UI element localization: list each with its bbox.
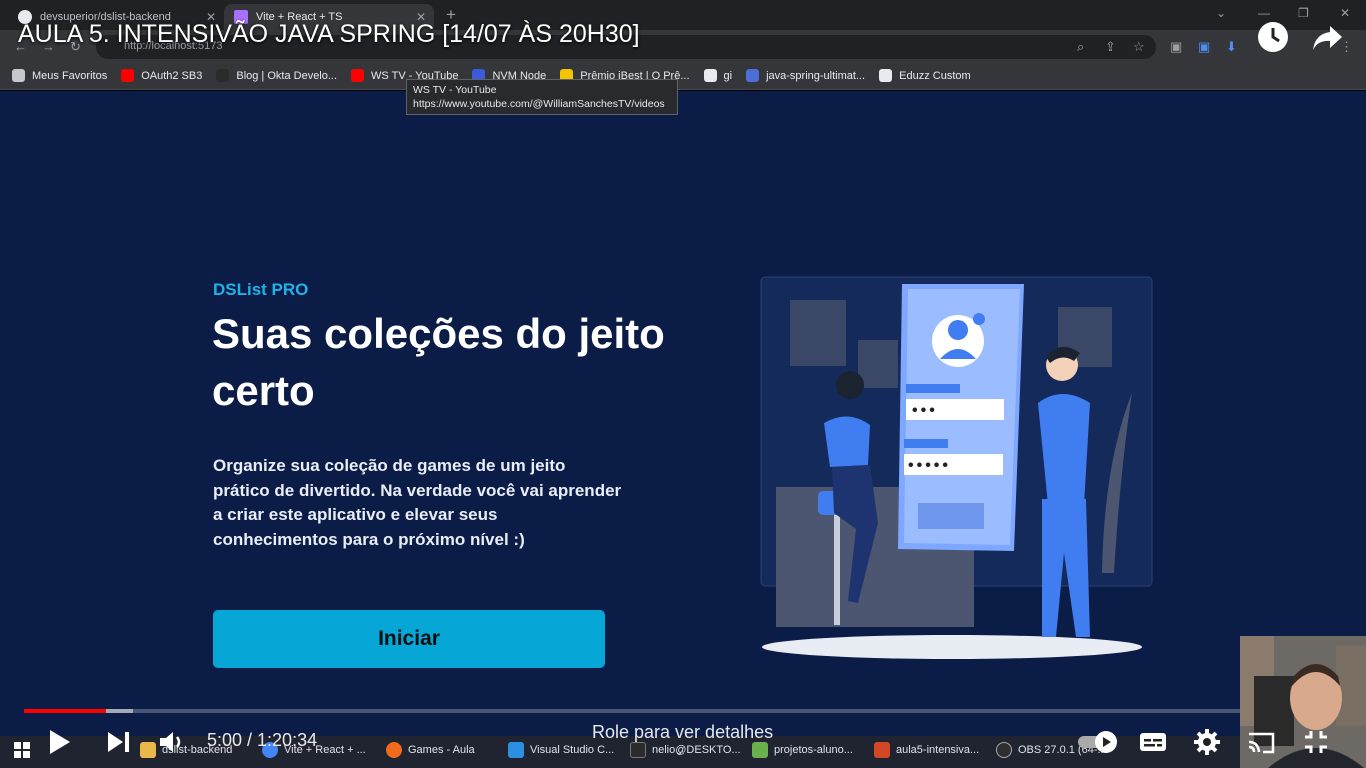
- taskbar-item[interactable]: Games - Aula: [386, 742, 475, 758]
- cast-icon[interactable]: [1246, 728, 1276, 756]
- zoom-icon[interactable]: ⌕: [1077, 39, 1084, 55]
- video-title[interactable]: AULA 5. INTENSIVÃO JAVA SPRING [14/07 ÀS…: [18, 20, 640, 49]
- taskbar-item[interactable]: Visual Studio C...: [508, 742, 614, 758]
- vscode-icon: [508, 742, 524, 758]
- eclipse-icon: [752, 742, 768, 758]
- chevron-down-icon[interactable]: ⌄: [674, 744, 684, 758]
- bookmark-item[interactable]: OAuth2 SB3: [121, 69, 202, 82]
- bookmark-item[interactable]: Blog | Okta Develo...: [216, 69, 337, 82]
- bookmark-tooltip: WS TV - YouTube https://www.youtube.com/…: [406, 79, 678, 115]
- github-icon: [703, 69, 717, 82]
- watch-later-icon[interactable]: [1256, 20, 1290, 54]
- bookmark-star-icon[interactable]: ☆: [1133, 39, 1145, 55]
- minimize-icon[interactable]: —: [1258, 6, 1270, 20]
- bookmark-item[interactable]: java-spring-ultimat...: [746, 69, 865, 82]
- youtube-icon: [351, 69, 365, 82]
- document-icon: [746, 69, 760, 82]
- progress-played: [24, 709, 106, 713]
- okta-icon: [216, 69, 230, 82]
- hero-description: Organize sua coleção de games de um jeit…: [213, 456, 622, 549]
- bookmark-icon: [12, 69, 25, 82]
- folder-icon: [140, 742, 156, 758]
- windows-start-icon[interactable]: [14, 742, 30, 758]
- page-content: DSList PRO Suas coleções do jeito certo …: [0, 91, 1366, 736]
- bookmark-item[interactable]: Eduzz Custom: [879, 69, 971, 82]
- chevron-down-icon[interactable]: ⌄: [1216, 6, 1226, 20]
- login-illustration: ••• •••••: [760, 276, 1153, 659]
- share-icon[interactable]: [1310, 20, 1344, 54]
- bookmark-item[interactable]: gi: [703, 69, 732, 82]
- hero-title: Suas coleções do jeito certo: [212, 310, 665, 414]
- volume-icon[interactable]: [158, 728, 188, 756]
- tooltip-url: https://www.youtube.com/@WilliamSanchesT…: [413, 98, 665, 110]
- taskbar-item[interactable]: projetos-aluno...: [752, 742, 853, 758]
- autoplay-toggle-icon[interactable]: [1076, 728, 1120, 756]
- brand-label: DSList PRO: [213, 280, 309, 299]
- form-label-bar: [906, 384, 960, 393]
- bookmarks-bar: Meus Favoritos OAuth2 SB3 Blog | Okta De…: [0, 62, 1366, 90]
- powerpoint-icon: [874, 742, 890, 758]
- woman-head: [836, 371, 864, 399]
- start-button[interactable]: Iniciar: [213, 610, 605, 668]
- next-icon[interactable]: [106, 728, 132, 756]
- video-progress-bar[interactable]: [24, 709, 1342, 713]
- settings-icon[interactable]: [1192, 728, 1222, 756]
- play-icon[interactable]: [46, 728, 72, 756]
- close-window-icon[interactable]: ✕: [1340, 6, 1350, 20]
- youtube-icon: [121, 69, 135, 82]
- avatar-head: [948, 320, 968, 340]
- extension-icon[interactable]: ▣: [1198, 39, 1210, 55]
- scroll-hint[interactable]: Role para ver detalhes: [592, 722, 773, 743]
- stool-leg: [834, 507, 840, 625]
- floor-shadow: [762, 635, 1142, 659]
- restore-icon[interactable]: ❐: [1298, 6, 1309, 20]
- form-label-bar: [904, 439, 948, 448]
- notification-dot: [973, 313, 985, 325]
- download-icon[interactable]: ⬇: [1226, 39, 1237, 55]
- wall-frame: [790, 300, 846, 366]
- video-time: 5:00 / 1:20:34: [207, 730, 318, 750]
- extension-icon[interactable]: ▣: [1170, 39, 1182, 55]
- submit-block: [918, 503, 984, 529]
- bookmark-item[interactable]: Meus Favoritos: [12, 69, 107, 82]
- share-page-icon[interactable]: ⇪: [1105, 39, 1116, 55]
- password-dots: •••••: [908, 457, 951, 474]
- taskbar-item[interactable]: nelio@DESKTO...: [630, 742, 741, 758]
- woman-torso: [824, 416, 870, 467]
- tooltip-title: WS TV - YouTube: [413, 84, 497, 96]
- obs-icon: [996, 742, 1012, 758]
- password-dots: •••: [912, 402, 938, 419]
- subtitles-icon[interactable]: [1138, 728, 1168, 756]
- wall-frame: [858, 340, 898, 388]
- github-icon: [879, 69, 893, 82]
- terminal-icon: [630, 742, 646, 758]
- firefox-icon: [386, 742, 402, 758]
- taskbar-item[interactable]: aula5-intensiva...: [874, 742, 979, 758]
- exit-fullscreen-icon[interactable]: [1302, 728, 1330, 756]
